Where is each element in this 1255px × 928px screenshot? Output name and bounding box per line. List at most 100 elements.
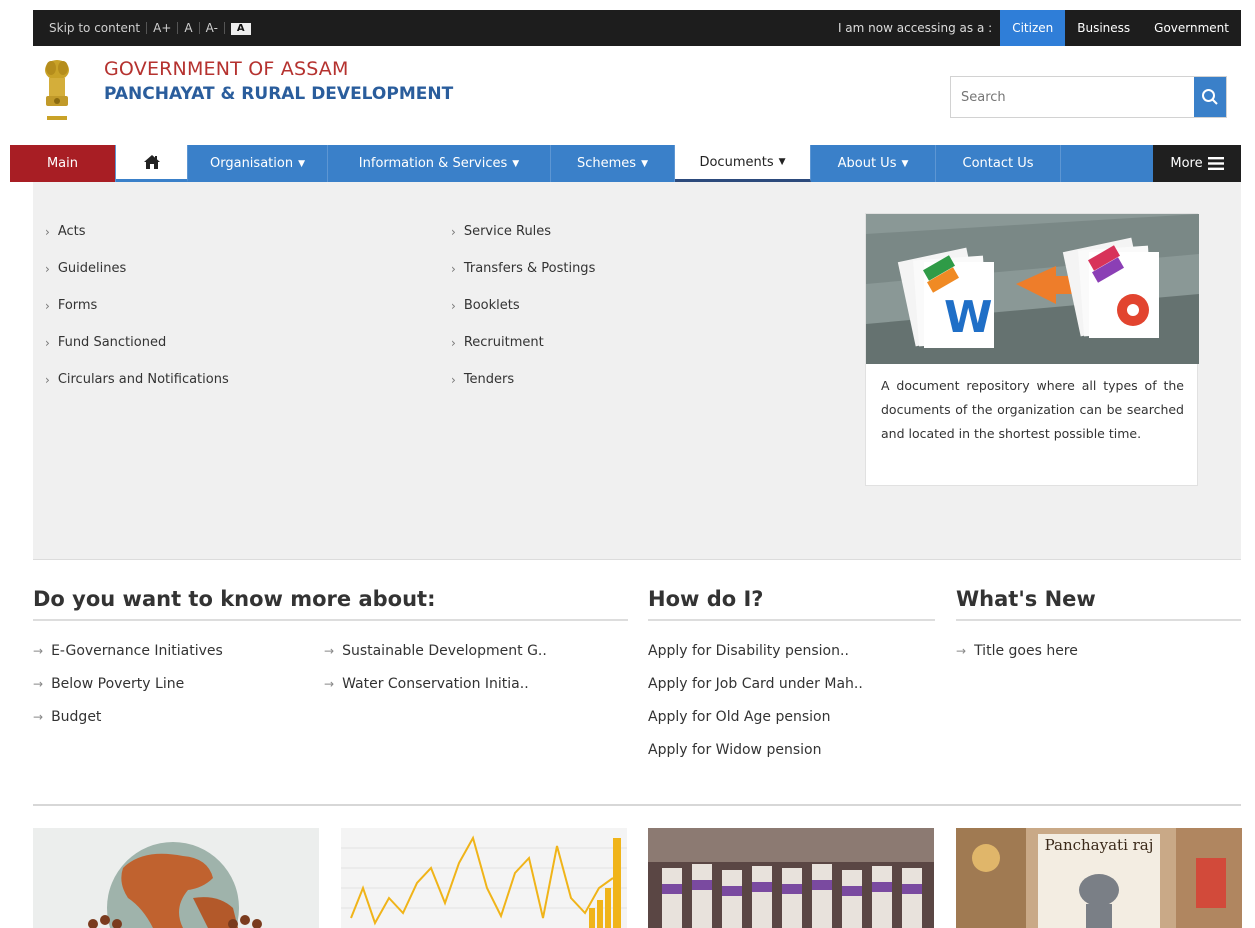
group-photo-image bbox=[648, 828, 934, 928]
nav-documents-label: Documents bbox=[699, 154, 774, 170]
document-repository-image: W bbox=[866, 214, 1199, 364]
doc-link-label: Tenders bbox=[463, 372, 515, 387]
doc-link-circulars[interactable]: › Circulars and Notifications bbox=[45, 361, 229, 398]
how-do-i-heading: How do I? bbox=[648, 587, 764, 611]
nav-more-label: More bbox=[1170, 156, 1203, 171]
doc-link-label: Service Rules bbox=[463, 224, 552, 239]
caret-down-icon: ▼ bbox=[298, 158, 305, 169]
nav-information-services-label: Information & Services bbox=[358, 156, 508, 171]
caret-down-icon: ▼ bbox=[778, 157, 786, 167]
how-do-i-link[interactable]: Apply for Disability pension.. bbox=[648, 634, 863, 667]
caret-down-icon: ▼ bbox=[512, 158, 520, 169]
chevron-right-icon: › bbox=[451, 261, 456, 276]
know-more-link[interactable]: → Water Conservation Initia.. bbox=[324, 667, 547, 700]
role-citizen-button[interactable]: Citizen bbox=[1000, 10, 1066, 46]
whats-new-list: → Title goes here bbox=[956, 634, 1078, 667]
doc-link-label: Circulars and Notifications bbox=[57, 372, 229, 387]
caret-down-icon: ▼ bbox=[641, 158, 648, 169]
documents-illustration: W bbox=[866, 214, 1199, 364]
nav-organisation[interactable]: Organisation ▼ bbox=[188, 145, 328, 182]
doc-link-acts[interactable]: › Acts bbox=[45, 213, 229, 250]
nav-organisation-label: Organisation bbox=[210, 156, 294, 171]
section-divider bbox=[33, 804, 1241, 806]
arrow-right-icon: → bbox=[33, 676, 44, 691]
know-more-link[interactable]: → E-Governance Initiatives bbox=[33, 634, 223, 667]
font-decrease-button[interactable]: A- bbox=[200, 22, 225, 34]
thumbnail-panchayati-raj[interactable]: Panchayati raj bbox=[956, 828, 1242, 928]
whats-new-divider bbox=[956, 619, 1241, 621]
nav-home[interactable] bbox=[116, 145, 188, 182]
department-title: PANCHAYAT & RURAL DEVELOPMENT bbox=[104, 84, 454, 104]
arrow-right-icon: → bbox=[33, 709, 44, 724]
know-more-link-label: Budget bbox=[51, 708, 102, 725]
how-do-i-link[interactable]: Apply for Widow pension bbox=[648, 733, 863, 766]
thumbnail-community-photo[interactable] bbox=[648, 828, 934, 928]
search-button[interactable] bbox=[1194, 77, 1226, 117]
how-do-i-link[interactable]: Apply for Old Age pension bbox=[648, 700, 863, 733]
skip-to-content-link[interactable]: Skip to content bbox=[43, 22, 148, 34]
document-repository-description: A document repository where all types of… bbox=[881, 378, 1184, 441]
svg-text:W: W bbox=[944, 292, 993, 343]
know-more-heading: Do you want to know more about: bbox=[33, 587, 436, 611]
doc-link-service-rules[interactable]: › Service Rules bbox=[451, 213, 595, 250]
government-title: GOVERNMENT OF ASSAM bbox=[104, 58, 349, 80]
nav-more-button[interactable]: More bbox=[1153, 145, 1241, 182]
nav-documents[interactable]: Documents ▼ bbox=[675, 145, 811, 182]
nav-schemes[interactable]: Schemes ▼ bbox=[551, 145, 675, 182]
nav-information-services[interactable]: Information & Services ▼ bbox=[328, 145, 551, 182]
nav-about-us[interactable]: About Us ▼ bbox=[811, 145, 936, 182]
search-icon bbox=[1202, 89, 1218, 105]
documents-dropdown-panel: › Acts › Guidelines › Forms › Fund Sanctione… bbox=[33, 182, 1241, 560]
doc-link-label: Acts bbox=[57, 224, 86, 239]
doc-link-label: Fund Sanctioned bbox=[57, 335, 167, 350]
chevron-right-icon: › bbox=[451, 372, 456, 387]
chevron-right-icon: › bbox=[45, 224, 50, 239]
how-do-i-divider bbox=[648, 619, 935, 621]
state-emblem-logo[interactable] bbox=[40, 56, 74, 128]
whats-new-link-label: Title goes here bbox=[974, 642, 1078, 659]
thumbnail-globe[interactable] bbox=[33, 828, 319, 928]
whats-new-link[interactable]: → Title goes here bbox=[956, 634, 1078, 667]
role-business-button[interactable]: Business bbox=[1065, 10, 1142, 46]
accessibility-links: Skip to content A+ A A- A bbox=[43, 10, 257, 46]
documents-column-1: › Acts › Guidelines › Forms › Fund Sanctione… bbox=[45, 213, 229, 398]
doc-link-recruitment[interactable]: › Recruitment bbox=[451, 324, 595, 361]
know-more-column-2: → Sustainable Development G.. → Water Cons… bbox=[324, 634, 547, 700]
doc-link-label: Forms bbox=[57, 298, 98, 313]
globe-image bbox=[33, 828, 319, 928]
high-contrast-toggle[interactable]: A bbox=[225, 21, 257, 35]
nav-schemes-label: Schemes bbox=[577, 156, 637, 171]
audience-switcher: I am now accessing as a : Citizen Busine… bbox=[838, 10, 1241, 46]
know-more-link[interactable]: → Budget bbox=[33, 700, 223, 733]
doc-link-forms[interactable]: › Forms bbox=[45, 287, 229, 324]
doc-link-label: Recruitment bbox=[463, 335, 544, 350]
doc-link-label: Booklets bbox=[463, 298, 520, 313]
doc-link-booklets[interactable]: › Booklets bbox=[451, 287, 595, 324]
know-more-link-label: E-Governance Initiatives bbox=[51, 642, 223, 659]
chevron-right-icon: › bbox=[451, 224, 456, 239]
thumbnail-statistics-chart[interactable] bbox=[341, 828, 627, 928]
role-government-button[interactable]: Government bbox=[1142, 10, 1241, 46]
how-do-i-list: Apply for Disability pension.. Apply for… bbox=[648, 634, 863, 766]
nav-contact-us[interactable]: Contact Us bbox=[936, 145, 1061, 182]
search-input[interactable] bbox=[951, 77, 1196, 117]
nav-main[interactable]: Main bbox=[10, 145, 116, 182]
font-increase-button[interactable]: A+ bbox=[147, 22, 179, 34]
chevron-right-icon: › bbox=[451, 298, 456, 313]
know-more-divider bbox=[33, 619, 628, 621]
know-more-link-label: Water Conservation Initia.. bbox=[342, 675, 529, 692]
know-more-link-label: Sustainable Development G.. bbox=[342, 642, 547, 659]
doc-link-guidelines[interactable]: › Guidelines bbox=[45, 250, 229, 287]
documents-column-2: › Service Rules › Transfers & Postings › Bo… bbox=[451, 213, 595, 398]
doc-link-fund-sanctioned[interactable]: › Fund Sanctioned bbox=[45, 324, 229, 361]
how-do-i-link[interactable]: Apply for Job Card under Mah.. bbox=[648, 667, 863, 700]
know-more-link[interactable]: → Sustainable Development G.. bbox=[324, 634, 547, 667]
know-more-link[interactable]: → Below Poverty Line bbox=[33, 667, 223, 700]
document-repository-card: W A document repository where all types … bbox=[865, 213, 1199, 486]
arrow-right-icon: → bbox=[33, 643, 44, 658]
doc-link-transfers-postings[interactable]: › Transfers & Postings bbox=[451, 250, 595, 287]
font-normal-button[interactable]: A bbox=[178, 22, 200, 34]
search-box bbox=[950, 76, 1227, 118]
top-utility-bar: Skip to content A+ A A- A I am now acces… bbox=[33, 10, 1241, 46]
doc-link-tenders[interactable]: › Tenders bbox=[451, 361, 595, 398]
